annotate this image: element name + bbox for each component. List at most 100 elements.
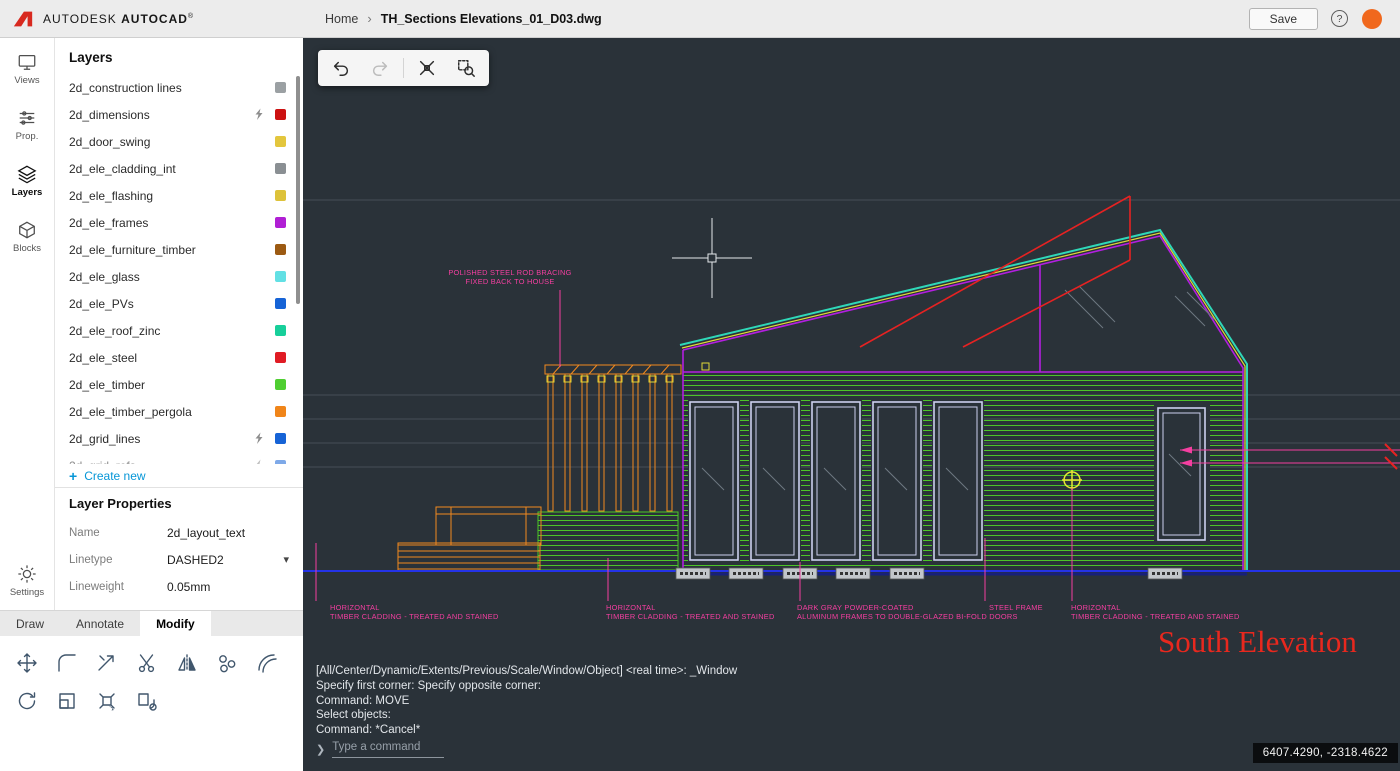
create-new-layer-button[interactable]: + Create new (55, 464, 303, 488)
sidebar-item-properties[interactable]: Prop. (0, 108, 54, 142)
layer-name: 2d_ele_flashing (69, 188, 154, 203)
layer-row[interactable]: 2d_ele_flashing (55, 182, 303, 209)
breadcrumb: Home › TH_Sections Elevations_01_D03.dwg (325, 11, 602, 26)
cad-drawing[interactable]: POLISHED STEEL ROD BRACING FIXED BACK TO… (303, 38, 1400, 771)
select-objects-button[interactable] (411, 53, 443, 83)
help-button[interactable]: ? (1331, 10, 1348, 27)
rotate-tool-button[interactable] (12, 686, 42, 716)
layer-properties-title: Layer Properties (69, 496, 172, 511)
trim-tool-button[interactable] (132, 648, 162, 678)
command-input[interactable]: Type a command (332, 740, 445, 758)
brand-text: AUTODESK AUTOCAD® (43, 12, 194, 26)
drawing-canvas[interactable]: POLISHED STEEL ROD BRACING FIXED BACK TO… (303, 38, 1400, 771)
property-label: Name (69, 526, 100, 539)
layer-row[interactable]: 2d_grid_lines (55, 425, 303, 452)
layer-row[interactable]: 2d_grid_refs (55, 452, 303, 464)
chevron-down-icon: ▾ (283, 554, 289, 566)
scale-icon (59, 693, 75, 709)
linetype-dropdown[interactable]: DASHED2 ▾ (167, 553, 289, 567)
layer-row[interactable]: 2d_ele_steel (55, 344, 303, 371)
layer-row[interactable]: 2d_dimensions (55, 101, 303, 128)
layer-color-swatch[interactable] (275, 82, 286, 93)
extend-tool-button[interactable] (92, 648, 122, 678)
layer-color-swatch[interactable] (275, 325, 286, 336)
tab-annotate[interactable]: Annotate (60, 611, 140, 636)
offset-tool-button[interactable] (252, 648, 282, 678)
layers-scrollbar[interactable] (296, 76, 300, 304)
move-icon (17, 653, 37, 673)
layers-panel: Layers 2d_construction lines 2d_dimensio… (55, 38, 303, 610)
layer-color-swatch[interactable] (275, 298, 286, 309)
command-input-row[interactable]: ❯ Type a command (316, 740, 737, 758)
layer-name: 2d_door_swing (69, 134, 151, 149)
layer-row[interactable]: 2d_door_swing (55, 128, 303, 155)
layer-color-swatch[interactable] (275, 109, 286, 120)
freeze-icon[interactable] (251, 432, 266, 445)
redo-button[interactable] (364, 53, 396, 83)
sidebar-item-blocks[interactable]: Blocks (0, 220, 54, 254)
svg-text:HORIZONTAL: HORIZONTAL (606, 603, 656, 612)
create-new-label: Create new (84, 468, 146, 483)
sidebar-item-settings[interactable]: Settings (0, 564, 54, 598)
freeze-icon[interactable] (251, 459, 266, 464)
layer-name: 2d_ele_glass (69, 269, 140, 284)
layer-row[interactable]: 2d_ele_timber_pergola (55, 398, 303, 425)
steel-bracing[interactable] (859, 195, 1131, 348)
save-button[interactable]: Save (1248, 8, 1318, 30)
layer-color-swatch[interactable] (275, 190, 286, 201)
plus-icon: + (69, 467, 78, 484)
explode-tool-button[interactable] (92, 686, 122, 716)
mirror-tool-button[interactable] (172, 648, 202, 678)
layer-row[interactable]: 2d_ele_PVs (55, 290, 303, 317)
sidebar-item-layers[interactable]: Layers (0, 164, 54, 198)
layer-row[interactable]: 2d_ele_timber (55, 371, 303, 398)
layer-name: 2d_ele_steel (69, 350, 138, 365)
undo-button[interactable] (325, 53, 357, 83)
layer-row[interactable]: 2d_ele_cladding_int (55, 155, 303, 182)
layer-color-swatch[interactable] (275, 433, 286, 444)
brand: AUTODESK AUTOCAD® (0, 8, 194, 30)
views-icon (18, 54, 36, 70)
layer-name-value[interactable]: 2d_layout_text (167, 526, 245, 540)
layer-row[interactable]: 2d_ele_frames (55, 209, 303, 236)
command-history-line: Command: *Cancel* (316, 723, 421, 736)
match-properties-tool-button[interactable] (132, 686, 162, 716)
layer-color-swatch[interactable] (275, 136, 286, 147)
layer-color-swatch[interactable] (275, 217, 286, 228)
blocks-icon (19, 221, 35, 239)
tab-modify[interactable]: Modify (140, 611, 211, 636)
move-tool-button[interactable] (12, 648, 42, 678)
layer-row[interactable]: 2d_construction lines (55, 74, 303, 101)
command-history-line: Specify first corner: Specify opposite c… (316, 680, 541, 693)
tab-draw[interactable]: Draw (0, 611, 60, 636)
nav-icon-strip: Views Prop. Layers Blocks Settings (0, 38, 55, 610)
layer-color-swatch[interactable] (275, 460, 286, 464)
layer-color-swatch[interactable] (275, 163, 286, 174)
layer-row[interactable]: 2d_ele_glass (55, 263, 303, 290)
linetype-value: DASHED2 (167, 552, 224, 567)
freeze-icon[interactable] (251, 108, 266, 121)
layer-row[interactable]: 2d_ele_roof_zinc (55, 317, 303, 344)
zoom-window-button[interactable] (450, 53, 482, 83)
properties-icon (19, 111, 35, 125)
coordinates-readout: 6407.4290, -2318.4622 (1252, 743, 1398, 763)
fillet-tool-button[interactable] (52, 648, 82, 678)
scale-tool-button[interactable] (52, 686, 82, 716)
layer-color-swatch[interactable] (275, 244, 286, 255)
array-tool-button[interactable] (212, 648, 242, 678)
autodesk-logo-icon (13, 11, 33, 26)
lineweight-value[interactable]: 0.05mm (167, 580, 210, 594)
breadcrumb-home[interactable]: Home (325, 12, 358, 26)
property-row-lineweight: Lineweight 0.05mm (69, 573, 289, 600)
layer-color-swatch[interactable] (275, 271, 286, 282)
sidebar-item-views[interactable]: Views (0, 52, 54, 86)
layer-name: 2d_dimensions (69, 107, 150, 122)
avatar[interactable] (1362, 9, 1382, 29)
svg-text:STEEL FRAME: STEEL FRAME (989, 603, 1043, 612)
layer-color-swatch[interactable] (275, 406, 286, 417)
layer-name: 2d_construction lines (69, 80, 182, 95)
svg-text:FIXED BACK TO HOUSE: FIXED BACK TO HOUSE (465, 277, 554, 286)
layer-color-swatch[interactable] (275, 352, 286, 363)
layer-color-swatch[interactable] (275, 379, 286, 390)
layer-row[interactable]: 2d_ele_furniture_timber (55, 236, 303, 263)
